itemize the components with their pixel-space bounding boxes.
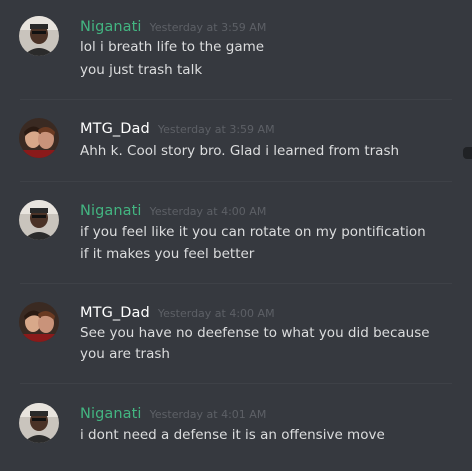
message-text: lol i breath life to the game [80,39,265,55]
avatar-niganati[interactable] [19,200,59,240]
scrollbar-thumb[interactable] [463,147,472,159]
timestamp: Yesterday at 3:59 AM [157,123,275,136]
message-header: Niganati Yesterday at 4:01 AM [80,403,266,422]
timestamp: Yesterday at 3:59 AM [149,21,267,34]
timestamp: Yesterday at 4:01 AM [149,408,267,421]
avatar-mtg-dad[interactable] [19,302,59,342]
message-header: MTG_Dad Yesterday at 4:00 AM [80,302,275,321]
chat-message-list: Niganati Yesterday at 3:59 AM lol i brea… [0,0,472,471]
message-text: if you feel like it you can rotate on my… [80,224,426,240]
author-name[interactable]: Niganati [80,406,142,422]
message-divider [20,99,452,100]
message-text: if it makes you feel better [80,246,255,262]
message-divider [20,383,452,384]
message-text: you just trash talk [80,62,203,78]
message-text: you are trash [80,346,170,362]
author-name[interactable]: MTG_Dad [80,305,150,321]
message-header: Niganati Yesterday at 4:00 AM [80,200,266,219]
author-name[interactable]: MTG_Dad [80,121,150,137]
message-divider [20,181,452,182]
timestamp: Yesterday at 4:00 AM [157,307,275,320]
message-text: Ahh k. Cool story bro. Glad i learned fr… [80,143,400,159]
message-header: MTG_Dad Yesterday at 3:59 AM [80,118,275,137]
message-divider [20,283,452,284]
avatar-niganati[interactable] [19,403,59,443]
avatar-niganati[interactable] [19,16,59,56]
avatar-mtg-dad[interactable] [19,118,59,158]
message-text: i dont need a defense it is an offensive… [80,427,385,443]
message-header: Niganati Yesterday at 3:59 AM [80,16,266,35]
message-text: See you have no deefense to what you did… [80,325,430,341]
timestamp: Yesterday at 4:00 AM [149,205,267,218]
author-name[interactable]: Niganati [80,203,142,219]
author-name[interactable]: Niganati [80,19,142,35]
